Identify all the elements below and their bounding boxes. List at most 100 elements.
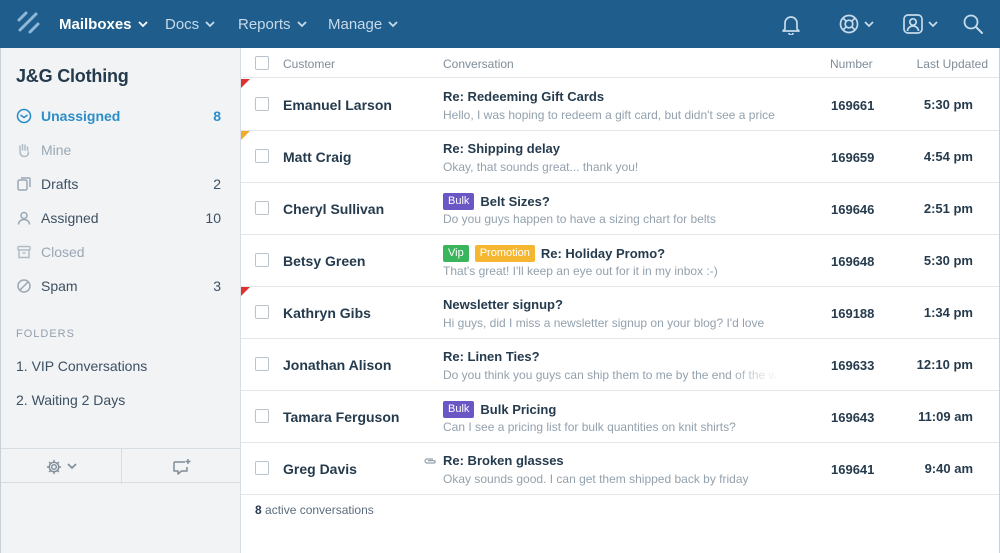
conversation-number: 169646 bbox=[831, 202, 875, 217]
column-header-number[interactable]: Number bbox=[830, 57, 873, 71]
last-updated-time: 5:30 pm bbox=[923, 253, 973, 268]
user-account-icon bbox=[903, 14, 923, 34]
last-updated-time: 11:09 am bbox=[918, 409, 973, 424]
conversation-number: 169641 bbox=[831, 462, 875, 477]
account-menu-button[interactable] bbox=[902, 12, 938, 36]
priority-flag bbox=[241, 79, 250, 88]
last-updated-time: 5:30 pm bbox=[923, 97, 973, 112]
conversation-number: 169643 bbox=[831, 410, 875, 425]
priority-flag bbox=[241, 287, 250, 296]
select-all-checkbox[interactable] bbox=[255, 56, 269, 70]
table-row[interactable]: Emanuel Larson Re: Redeeming Gift Cards He… bbox=[241, 79, 999, 131]
conversation-subject-line: Re: Broken glasses bbox=[443, 453, 564, 468]
row-checkbox[interactable] bbox=[255, 149, 269, 163]
table-row[interactable]: Matt Craig Re: Shipping delay Okay, that s… bbox=[241, 131, 999, 183]
customer-name: Cheryl Sullivan bbox=[283, 201, 385, 217]
conversation-number: 169633 bbox=[831, 358, 875, 373]
sidebar-item-label: Spam bbox=[41, 278, 78, 294]
gear-icon bbox=[46, 459, 61, 474]
folder-item-waiting-2-days[interactable]: 2. Waiting 2 Days bbox=[16, 392, 125, 408]
active-conversation-count: 8 bbox=[255, 503, 262, 517]
sidebar-item-spam[interactable]: Spam 3 bbox=[1, 271, 241, 301]
sidebar-item-count: 2 bbox=[213, 176, 221, 192]
folder-item-vip-conversations[interactable]: 1. VIP Conversations bbox=[16, 358, 147, 374]
nav-manage[interactable]: Manage bbox=[328, 0, 398, 48]
conversation-subject: Re: Shipping delay bbox=[443, 141, 561, 156]
row-checkbox[interactable] bbox=[255, 305, 269, 319]
priority-flag bbox=[241, 131, 250, 140]
conversation-preview: Okay, that sounds great... thank you! bbox=[443, 160, 639, 174]
sidebar-item-label: Mine bbox=[41, 142, 72, 158]
row-checkbox[interactable] bbox=[255, 97, 269, 111]
last-updated-time: 12:10 pm bbox=[916, 357, 973, 372]
column-header-customer[interactable]: Customer bbox=[283, 57, 335, 71]
customer-name: Matt Craig bbox=[283, 149, 352, 165]
help-lifebuoy-icon bbox=[839, 14, 859, 34]
customer-name: Kathryn Gibs bbox=[283, 305, 371, 321]
row-checkbox[interactable] bbox=[255, 201, 269, 215]
conversation-preview: Do you think you guys can ship them to m… bbox=[443, 368, 779, 382]
row-checkbox[interactable] bbox=[255, 357, 269, 371]
conversation-subject: Re: Broken glasses bbox=[443, 453, 564, 468]
chevron-down-icon bbox=[205, 20, 215, 27]
conversation-subject-line: Bulk Belt Sizes? bbox=[443, 193, 550, 210]
conversation-tag[interactable]: Bulk bbox=[443, 193, 475, 210]
chevron-down-icon bbox=[66, 463, 77, 470]
nav-docs-label: Docs bbox=[165, 15, 200, 33]
nav-mailboxes[interactable]: Mailboxes bbox=[59, 0, 148, 48]
last-updated-time: 9:40 am bbox=[924, 461, 973, 476]
nav-reports[interactable]: Reports bbox=[238, 0, 307, 48]
sidebar-item-label: Closed bbox=[41, 244, 85, 260]
sidebar-item-mine[interactable]: Mine bbox=[1, 135, 241, 165]
search-button[interactable] bbox=[962, 12, 984, 36]
help-menu-button[interactable] bbox=[838, 12, 874, 36]
column-header-conversation[interactable]: Conversation bbox=[443, 57, 514, 71]
sidebar-item-label: Drafts bbox=[41, 176, 79, 192]
conversation-subject-line: Newsletter signup? bbox=[443, 297, 563, 312]
table-row[interactable]: Kathryn Gibs Newsletter signup? Hi guys, d… bbox=[241, 287, 999, 339]
drafts-icon bbox=[17, 177, 31, 191]
sidebar-footer bbox=[1, 448, 241, 484]
sidebar-item-label: Unassigned bbox=[41, 108, 121, 124]
new-conversation-button[interactable] bbox=[121, 449, 241, 484]
conversation-subject: Re: Holiday Promo? bbox=[540, 246, 666, 261]
last-updated-time: 2:51 pm bbox=[923, 201, 973, 216]
conversation-subject: Bulk Pricing bbox=[480, 402, 557, 417]
notifications-button[interactable] bbox=[780, 12, 802, 36]
column-header-last-updated[interactable]: Last Updated bbox=[917, 57, 988, 71]
row-checkbox[interactable] bbox=[255, 461, 269, 475]
customer-name: Greg Davis bbox=[283, 461, 357, 477]
sidebar-item-closed[interactable]: Closed bbox=[1, 237, 241, 267]
conversation-preview: Hello, I was hoping to redeem a gift car… bbox=[443, 108, 775, 122]
table-row[interactable]: Jonathan Alison Re: Linen Ties? Do you thi… bbox=[241, 339, 999, 391]
sidebar-item-unassigned[interactable]: Unassigned 8 bbox=[1, 101, 241, 131]
table-row[interactable]: Cheryl Sullivan Bulk Belt Sizes? Do you guy… bbox=[241, 183, 999, 235]
mailbox-settings-button[interactable] bbox=[1, 449, 121, 484]
chevron-down-icon bbox=[928, 20, 938, 27]
row-checkbox[interactable] bbox=[255, 409, 269, 423]
conversation-tag[interactable]: Vip bbox=[443, 245, 469, 262]
new-conversation-icon bbox=[172, 458, 190, 475]
nav-docs[interactable]: Docs bbox=[165, 0, 215, 48]
conversation-tag[interactable]: Bulk bbox=[443, 401, 475, 418]
app-logo-icon[interactable] bbox=[16, 10, 42, 36]
table-row[interactable]: Greg Davis Re: Broken glasses Okay sounds … bbox=[241, 443, 999, 495]
conversation-tag[interactable]: Promotion bbox=[474, 245, 535, 262]
chevron-down-icon bbox=[137, 20, 148, 27]
last-updated-time: 1:34 pm bbox=[923, 305, 973, 320]
chevron-down-icon bbox=[388, 20, 398, 27]
sidebar-item-drafts[interactable]: Drafts 2 bbox=[1, 169, 241, 199]
person-icon bbox=[17, 211, 31, 225]
conversation-preview: Do you guys happen to have a sizing char… bbox=[443, 212, 716, 226]
archive-icon bbox=[17, 245, 31, 259]
hand-icon bbox=[19, 143, 30, 158]
sidebar-item-assigned[interactable]: Assigned 10 bbox=[1, 203, 241, 233]
conversation-list: Customer Conversation Number Last Update… bbox=[241, 48, 1000, 553]
table-row[interactable]: Tamara Ferguson Bulk Bulk Pricing Can I see… bbox=[241, 391, 999, 443]
conversation-preview: Hi guys, did I miss a newsletter signup … bbox=[443, 316, 765, 330]
table-row[interactable]: Betsy Green Vip Promotion Re: Holiday Promo… bbox=[241, 235, 999, 287]
chevron-down-icon bbox=[864, 20, 874, 27]
customer-name: Jonathan Alison bbox=[283, 357, 392, 373]
folders-heading: FOLDERS bbox=[16, 328, 75, 340]
row-checkbox[interactable] bbox=[255, 253, 269, 267]
